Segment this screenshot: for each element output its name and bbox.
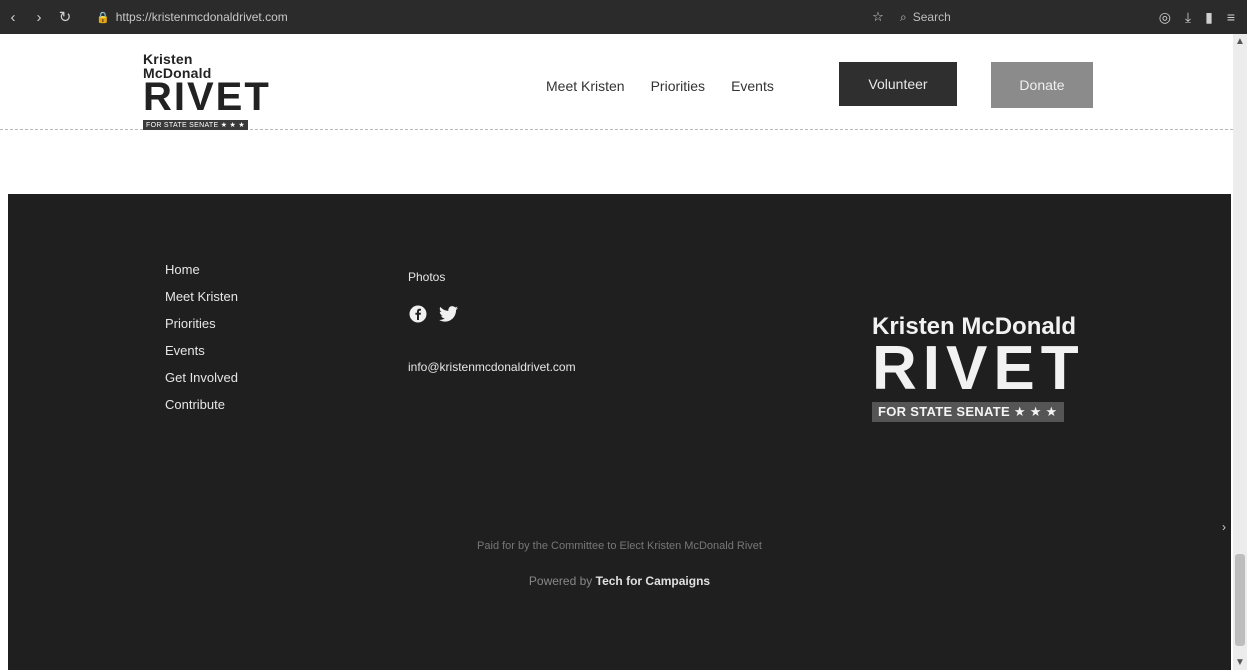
forward-icon[interactable]: › (26, 9, 52, 26)
pocket-icon[interactable]: ◎ (1159, 9, 1171, 26)
downloads-icon[interactable]: ⤓ (1185, 9, 1191, 26)
nav-meet-kristen[interactable]: Meet Kristen (546, 78, 625, 94)
nav-events[interactable]: Events (731, 78, 774, 94)
site-header: Kristen McDonald RIVET FOR STATE SENATE … (0, 34, 1233, 130)
footer-link-get-involved[interactable]: Get Involved (165, 370, 238, 385)
chevron-right-icon: › (1222, 520, 1226, 534)
footer-photos-link[interactable]: Photos (408, 270, 445, 284)
footer-link-meet-kristen[interactable]: Meet Kristen (165, 289, 238, 304)
footer-link-events[interactable]: Events (165, 343, 205, 358)
logo-tagline: FOR STATE SENATE ★ ★ ★ (143, 120, 248, 130)
site-logo[interactable]: Kristen McDonald RIVET FOR STATE SENATE … (143, 52, 271, 132)
search-placeholder: Search (912, 10, 951, 24)
social-links (408, 304, 458, 324)
scrollbar-thumb[interactable] (1235, 554, 1245, 646)
volunteer-button[interactable]: Volunteer (839, 62, 957, 106)
page-scrollbar[interactable]: ▲ ▼ (1233, 34, 1247, 670)
toolbar-icons: ◎ ⤓ ▮ ≡ (1159, 9, 1247, 26)
site-footer: Home Meet Kristen Priorities Events Get … (8, 194, 1231, 670)
footer-link-contribute[interactable]: Contribute (165, 397, 225, 412)
powered-by: Powered by Tech for Campaigns (8, 574, 1231, 588)
address-bar[interactable]: 🔒 https://kristenmcdonaldrivet.com (88, 6, 838, 28)
footer-email-link[interactable]: info@kristenmcdonaldrivet.com (408, 360, 576, 374)
browser-toolbar: ‹ › ↻ 🔒 https://kristenmcdonaldrivet.com… (0, 0, 1247, 34)
footer-logo-tagline: FOR STATE SENATE ★ ★ ★ (872, 402, 1064, 422)
donate-button[interactable]: Donate (991, 62, 1093, 108)
nav-priorities[interactable]: Priorities (651, 78, 705, 94)
lock-icon: 🔒 (96, 11, 110, 24)
back-icon[interactable]: ‹ (0, 9, 26, 26)
paid-for-disclaimer: Paid for by the Committee to Elect Krist… (477, 540, 762, 552)
scroll-down-icon[interactable]: ▼ (1233, 657, 1247, 668)
reload-icon[interactable]: ↻ (52, 8, 78, 26)
logo-wordmark: RIVET (143, 75, 271, 119)
footer-link-priorities[interactable]: Priorities (165, 316, 216, 331)
bookmark-star-icon[interactable]: ☆ (868, 9, 888, 25)
footer-link-home[interactable]: Home (165, 262, 200, 277)
scroll-up-icon[interactable]: ▲ (1233, 36, 1247, 47)
footer-logo-wordmark: RIVET (872, 334, 1085, 403)
twitter-icon[interactable] (438, 304, 458, 324)
facebook-icon[interactable] (408, 304, 428, 324)
powered-by-prefix: Powered by (528, 574, 593, 588)
primary-nav: Meet Kristen Priorities Events (546, 78, 774, 94)
extension-icon[interactable]: ▮ (1205, 9, 1213, 26)
footer-nav: Home Meet Kristen Priorities Events Get … (165, 262, 238, 424)
powered-by-link[interactable]: Tech for Campaigns (596, 574, 710, 588)
footer-logo: Kristen McDonald RIVET FOR STATE SENATE … (872, 314, 1102, 422)
address-text: https://kristenmcdonaldrivet.com (115, 10, 288, 24)
menu-icon[interactable]: ≡ (1227, 9, 1235, 26)
browser-search-field[interactable]: ⌕ Search (900, 6, 1150, 28)
search-icon: ⌕ (900, 9, 907, 24)
